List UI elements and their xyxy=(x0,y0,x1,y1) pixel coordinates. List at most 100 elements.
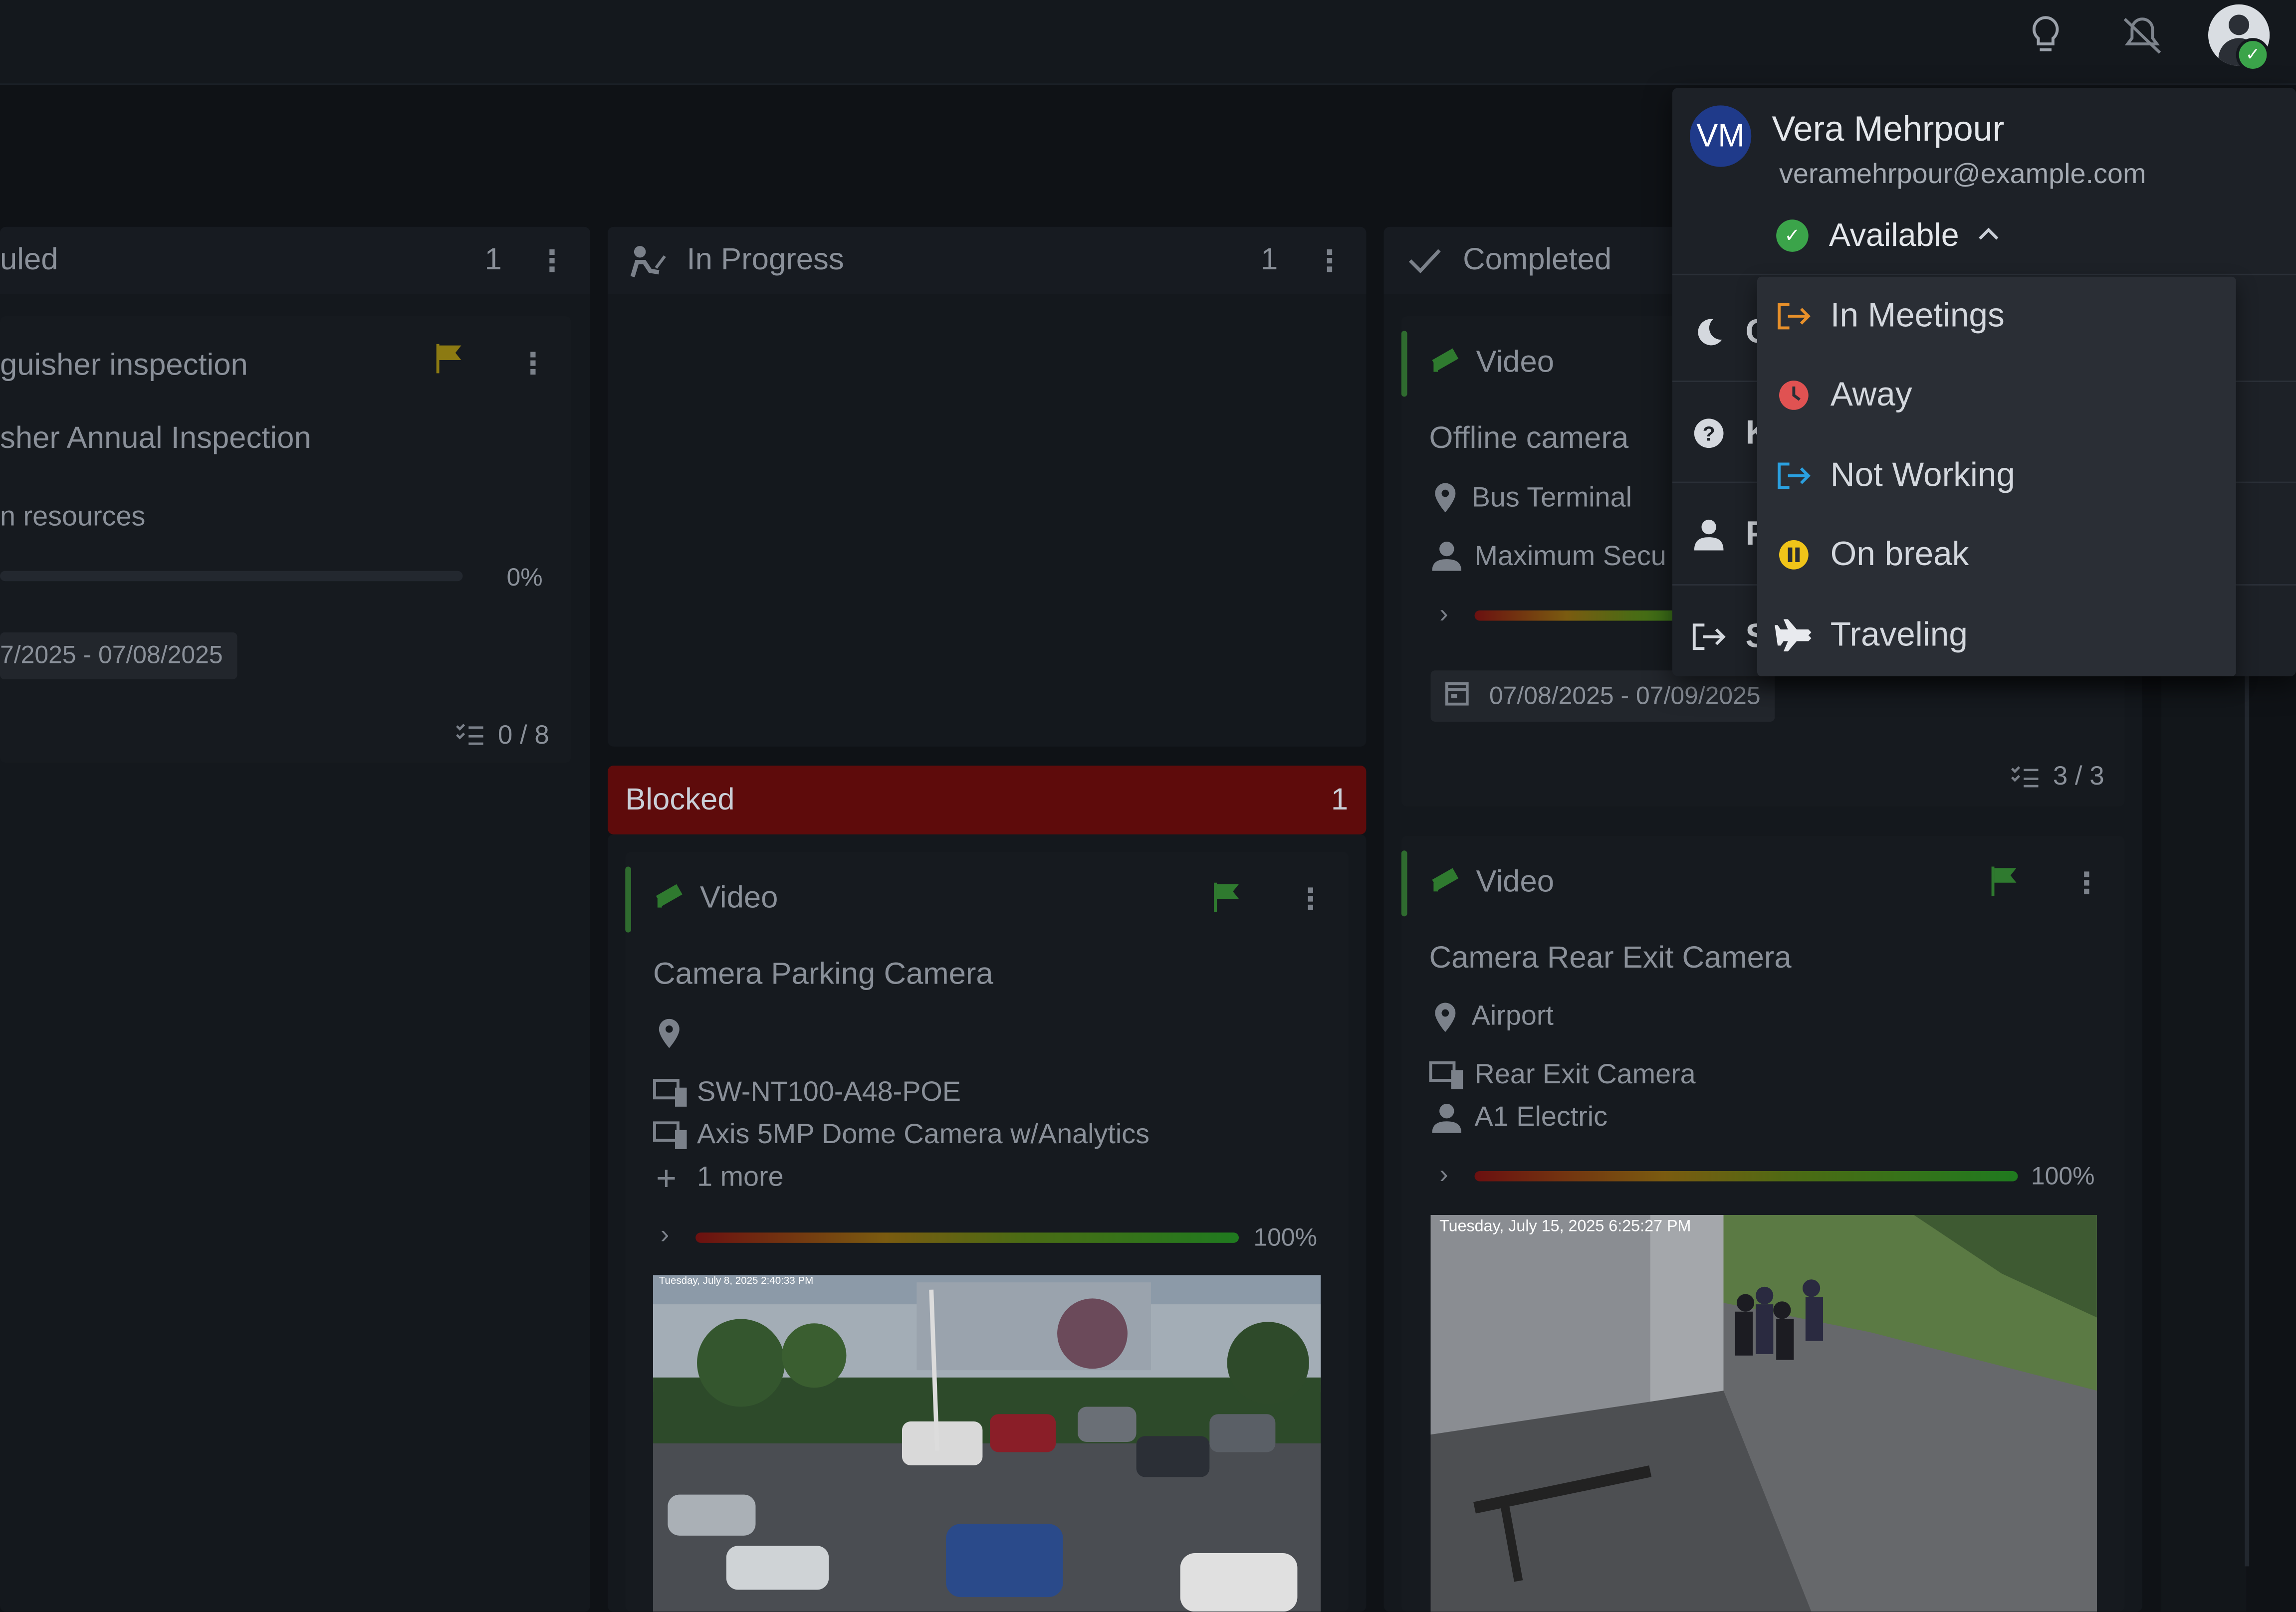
task-card[interactable]: guisher inspection ⋮ sher Annual Inspect… xyxy=(0,316,571,763)
card-accent xyxy=(1401,331,1407,397)
chevron-right-icon[interactable]: › xyxy=(1439,599,1448,629)
column-count: 1 xyxy=(1331,783,1349,817)
camera-snapshot[interactable]: Tuesday, July 15, 2025 6:25:27 PM xyxy=(1430,1215,2097,1612)
status-option-not-working[interactable]: Not Working xyxy=(1775,455,2015,495)
card-location: Bus Terminal xyxy=(1471,483,1632,514)
task-card[interactable]: Video ⋮ Camera Parking Camera SW-NT100-A… xyxy=(625,852,1349,1612)
column-header-in-progress: In Progress 1 ⋮ xyxy=(608,226,1367,294)
column-count: 1 xyxy=(484,243,502,277)
progress-label: 100% xyxy=(2031,1162,2095,1191)
status-option-label: Not Working xyxy=(1830,455,2015,494)
status-option-label: On break xyxy=(1830,534,1969,573)
task-card[interactable]: Video ⋮ Camera Rear Exit Camera Airport … xyxy=(1401,835,2125,1612)
lightbulb-icon[interactable] xyxy=(2030,14,2062,64)
card-resources: n resources xyxy=(0,502,146,533)
progress-bar xyxy=(695,1232,1239,1243)
column-partial xyxy=(2161,644,2247,1612)
flag-icon[interactable] xyxy=(1212,881,1242,921)
menu-divider xyxy=(1672,273,2296,275)
card-title: Camera Parking Camera xyxy=(653,957,993,991)
column-menu-icon[interactable]: ⋮ xyxy=(537,242,567,279)
user-menu: VM Vera Mehrpour veramehrpour@example.co… xyxy=(1672,88,2296,676)
column-title: In Progress xyxy=(687,243,844,277)
moon-icon xyxy=(1690,313,1728,351)
chevron-right-icon[interactable]: › xyxy=(1439,1160,1448,1191)
status-option-away[interactable]: Away xyxy=(1775,375,1912,414)
column-header-scheduled: uled 1 ⋮ xyxy=(0,226,590,294)
column-menu-icon[interactable]: ⋮ xyxy=(1315,242,1345,279)
column-title: Blocked xyxy=(625,783,735,817)
status-option-on-break[interactable]: On break xyxy=(1775,534,1969,574)
svg-text:?: ? xyxy=(1703,421,1715,444)
card-title: guisher inspection xyxy=(0,348,248,383)
progress-label: 0% xyxy=(506,563,543,592)
scrollbar-track[interactable] xyxy=(2245,673,2250,1567)
in-meetings-icon xyxy=(1775,296,1813,334)
person-icon xyxy=(1432,541,1462,578)
camera-icon xyxy=(1430,865,1465,899)
flag-icon[interactable] xyxy=(1990,865,2020,905)
card-category: Video xyxy=(1476,345,1555,380)
card-menu-icon[interactable]: ⋮ xyxy=(2072,865,2101,902)
snapshot-timestamp: Tuesday, July 8, 2025 2:40:33 PM xyxy=(659,1276,814,1287)
status-option-label: Away xyxy=(1830,375,1912,413)
checklist-count: 0 / 8 xyxy=(497,720,549,750)
menu-item-sign-out[interactable]: S xyxy=(1690,616,1768,656)
device-icon xyxy=(653,1121,691,1158)
help-icon: ? xyxy=(1690,413,1728,451)
person-icon xyxy=(1690,515,1728,553)
chevron-right-icon[interactable]: › xyxy=(661,1219,670,1250)
card-title: Offline camera xyxy=(1429,421,1629,455)
chevron-up-icon xyxy=(1977,222,2000,249)
location-pin-icon xyxy=(659,1018,680,1055)
user-initials-avatar: VM xyxy=(1689,105,1752,167)
card-title: Camera Rear Exit Camera xyxy=(1429,941,1792,975)
location-pin-icon xyxy=(1435,1003,1456,1039)
column-title: uled xyxy=(0,243,58,277)
progress-bar xyxy=(1474,1171,2018,1182)
device-name: Rear Exit Camera xyxy=(1474,1059,1696,1091)
status-option-traveling[interactable]: Traveling xyxy=(1775,615,1968,654)
card-subtitle: sher Annual Inspection xyxy=(0,421,311,455)
card-accent xyxy=(1401,850,1407,917)
column-header-blocked: Blocked 1 xyxy=(608,766,1367,834)
not-working-icon xyxy=(1775,456,1813,494)
bell-off-icon[interactable] xyxy=(2120,14,2164,64)
device-name: SW-NT100-A48-POE xyxy=(697,1077,961,1108)
app-stage: ✓ uled 1 ⋮ guisher inspection ⋮ sher Ann… xyxy=(0,0,2296,1612)
user-name: Vera Mehrpour xyxy=(1772,110,2005,150)
card-category: Video xyxy=(699,881,778,915)
person-icon xyxy=(1432,1103,1462,1140)
card-accent xyxy=(625,866,631,933)
pause-icon xyxy=(1775,535,1813,573)
date-range-chip: 7/2025 - 07/08/2025 xyxy=(0,632,238,679)
card-menu-icon[interactable]: ⋮ xyxy=(1296,881,1325,918)
card-assignee: A1 Electric xyxy=(1474,1102,1608,1133)
camera-snapshot[interactable]: Tuesday, July 8, 2025 2:40:33 PM xyxy=(653,1275,1321,1612)
available-icon: ✓ xyxy=(1776,219,1809,252)
card-location: Airport xyxy=(1471,1001,1554,1032)
device-icon xyxy=(653,1079,691,1115)
device-icon xyxy=(1429,1061,1467,1098)
sign-out-icon xyxy=(1690,617,1728,655)
card-menu-icon[interactable]: ⋮ xyxy=(518,346,548,382)
more-devices-link[interactable]: 1 more xyxy=(697,1162,784,1195)
plus-icon[interactable]: + xyxy=(656,1160,677,1201)
menu-item-profile[interactable]: P xyxy=(1690,514,1768,553)
clock-icon xyxy=(1775,376,1813,413)
card-category: Video xyxy=(1476,865,1555,899)
status-selector[interactable]: ✓ Available xyxy=(1776,216,2000,254)
device-name: Axis 5MP Dome Camera w/Analytics xyxy=(697,1120,1150,1151)
status-option-in-meetings[interactable]: In Meetings xyxy=(1775,296,2005,335)
checkmark-icon xyxy=(1407,247,1442,282)
flag-icon[interactable] xyxy=(435,343,464,384)
progress-bar xyxy=(0,571,463,582)
user-email: veramehrpour@example.com xyxy=(1779,159,2146,191)
camera-icon xyxy=(655,881,689,915)
snapshot-timestamp: Tuesday, July 15, 2025 6:25:27 PM xyxy=(1439,1217,1691,1236)
checklist-icon xyxy=(456,722,485,753)
column-count: 1 xyxy=(1261,243,1278,277)
status-option-label: In Meetings xyxy=(1830,295,2005,334)
progress-label: 100% xyxy=(1253,1223,1317,1252)
location-pin-icon xyxy=(1435,483,1456,520)
